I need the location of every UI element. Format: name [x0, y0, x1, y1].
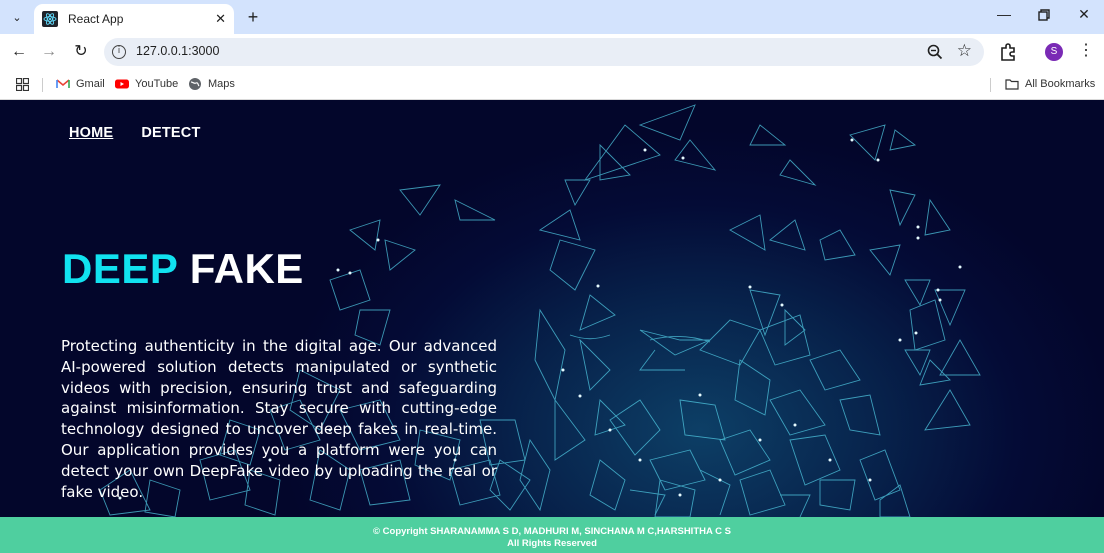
main-nav: HOME DETECT [69, 125, 201, 141]
hero-title-deep: DEEP [62, 245, 178, 292]
extensions-icon[interactable] [998, 42, 1018, 62]
bookmark-gmail[interactable]: Gmail [56, 77, 105, 91]
browser-tab[interactable]: React App ✕ [34, 4, 234, 34]
hero-title: DEEP FAKE [62, 245, 304, 293]
nav-detect-link[interactable]: DETECT [141, 125, 200, 141]
tab-close-icon[interactable]: ✕ [215, 11, 226, 27]
back-icon[interactable]: ← [9, 42, 29, 62]
bookmark-maps[interactable]: Maps [188, 77, 235, 91]
bookmarks-bar: Gmail YouTube Maps All Bookmarks [0, 70, 1104, 100]
tab-search-chevron-icon[interactable]: ⌄ [6, 6, 28, 28]
footer-copyright: © Copyright SHARANAMMA S D, MADHURI M, S… [373, 526, 731, 537]
react-icon [42, 11, 58, 27]
maps-icon [189, 78, 201, 90]
address-bar[interactable]: i 127.0.0.1:3000 ☆ [104, 38, 984, 66]
url-text[interactable]: 127.0.0.1:3000 [136, 44, 219, 58]
all-bookmarks-label: All Bookmarks [1025, 78, 1096, 90]
more-menu-icon[interactable]: ⋮ [1078, 42, 1094, 60]
browser-tab-bar: ⌄ React App ✕ + — ✕ [0, 0, 1104, 34]
gmail-icon [56, 79, 70, 88]
bookmark-label: YouTube [135, 78, 179, 90]
hero-title-fake: FAKE [189, 245, 304, 292]
apps-grid-icon[interactable] [16, 78, 29, 91]
youtube-icon [115, 79, 129, 89]
forward-icon[interactable]: → [39, 42, 59, 62]
hero-description: Protecting authenticity in the digital a… [61, 337, 497, 501]
all-bookmarks[interactable]: All Bookmarks [1005, 77, 1095, 91]
tab-title: React App [68, 12, 124, 26]
bookmarks-separator [42, 78, 43, 92]
profile-avatar[interactable]: S [1045, 43, 1063, 61]
bookmark-youtube[interactable]: YouTube [115, 77, 178, 91]
new-tab-icon[interactable]: + [244, 7, 262, 28]
close-window-icon[interactable]: ✕ [1072, 6, 1096, 23]
bookmark-star-icon[interactable]: ☆ [957, 41, 972, 61]
folder-icon [1005, 79, 1019, 90]
zoom-icon[interactable] [926, 43, 944, 61]
reload-icon[interactable]: ↻ [71, 42, 91, 62]
bookmark-label: Gmail [76, 78, 105, 90]
page-footer: © Copyright SHARANAMMA S D, MADHURI M, S… [0, 517, 1104, 553]
bookmarks-separator [990, 78, 991, 92]
bookmark-label: Maps [208, 78, 235, 90]
browser-toolbar: ← → ↻ i 127.0.0.1:3000 ☆ S ⋮ [0, 34, 1104, 70]
restore-icon[interactable] [1032, 6, 1056, 24]
site-info-icon[interactable]: i [112, 45, 126, 59]
hero-section: HOME DETECT DEEP FAKE Protecting authent… [0, 100, 1104, 517]
minimize-icon[interactable]: — [992, 6, 1016, 22]
footer-rights: All Rights Reserved [507, 538, 597, 549]
nav-home-link[interactable]: HOME [69, 125, 113, 141]
